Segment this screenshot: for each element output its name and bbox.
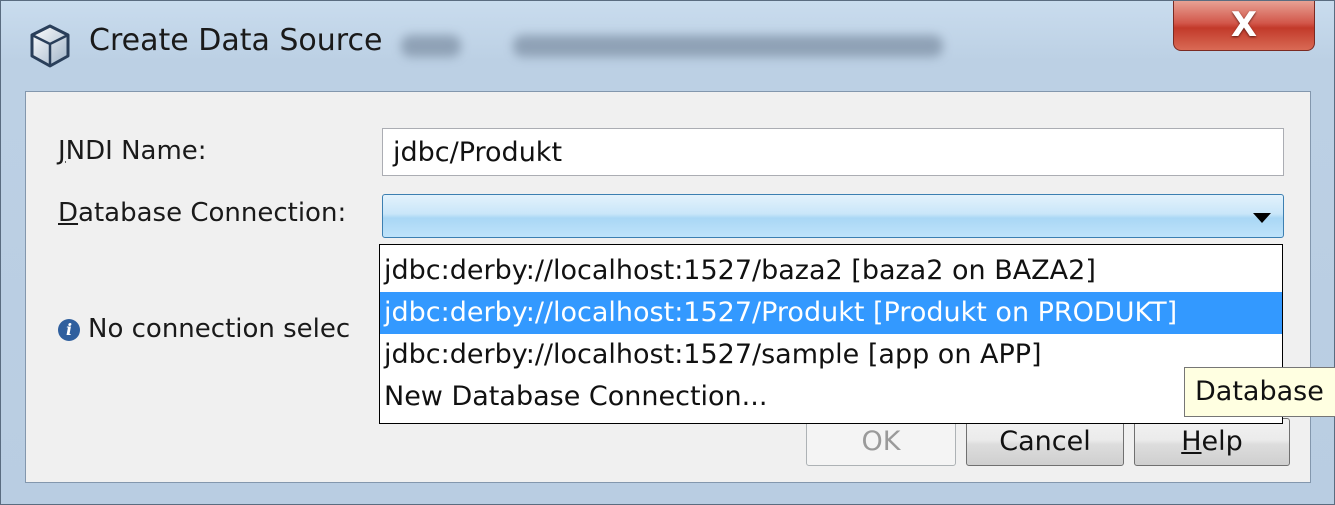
- dropdown-option-new-connection[interactable]: New Database Connection...: [380, 376, 1282, 418]
- db-label-text: atabase Connection:: [78, 198, 347, 228]
- ok-button[interactable]: OK: [806, 418, 956, 466]
- jndi-name-field[interactable]: jdbc/Produkt: [382, 128, 1284, 176]
- blurred-background-text: [401, 35, 461, 57]
- info-icon: i: [58, 319, 80, 341]
- chevron-down-icon[interactable]: [1253, 213, 1271, 223]
- dropdown-option-baza2[interactable]: jdbc:derby://localhost:1527/baza2 [baza2…: [380, 250, 1282, 292]
- db-label-mnemonic: D: [58, 198, 79, 228]
- create-data-source-dialog: Create Data Source X JNDI Name: jdbc/Pro…: [0, 0, 1335, 505]
- close-button[interactable]: X: [1173, 1, 1315, 51]
- help-text: elp: [1201, 426, 1243, 457]
- cube-icon: [30, 24, 70, 68]
- status-text: No connection selec: [88, 314, 351, 344]
- close-icon: X: [1230, 5, 1258, 45]
- help-button[interactable]: Help: [1134, 418, 1290, 466]
- dropdown-option-sample[interactable]: jdbc:derby://localhost:1527/sample [app …: [380, 334, 1282, 376]
- dropdown-option-produkt[interactable]: jdbc:derby://localhost:1527/Produkt [Pro…: [380, 292, 1282, 334]
- help-mnemonic: H: [1181, 426, 1202, 457]
- window-title: Create Data Source: [89, 23, 383, 58]
- blurred-background-text: [513, 35, 943, 57]
- tooltip: Database: [1184, 367, 1335, 417]
- database-connection-label: Database Connection:: [58, 198, 346, 228]
- jndi-name-label: JNDI Name:: [58, 136, 207, 166]
- title-bar[interactable]: Create Data Source X: [1, 1, 1335, 91]
- jndi-label-mnemonic: J: [58, 136, 66, 166]
- status-message: i No connection selec: [58, 314, 350, 344]
- database-connection-dropdown-list[interactable]: jdbc:derby://localhost:1527/baza2 [baza2…: [379, 244, 1283, 424]
- jndi-label-text: NDI Name:: [65, 136, 207, 166]
- database-connection-combobox[interactable]: [382, 194, 1284, 238]
- cancel-button[interactable]: Cancel: [966, 418, 1124, 466]
